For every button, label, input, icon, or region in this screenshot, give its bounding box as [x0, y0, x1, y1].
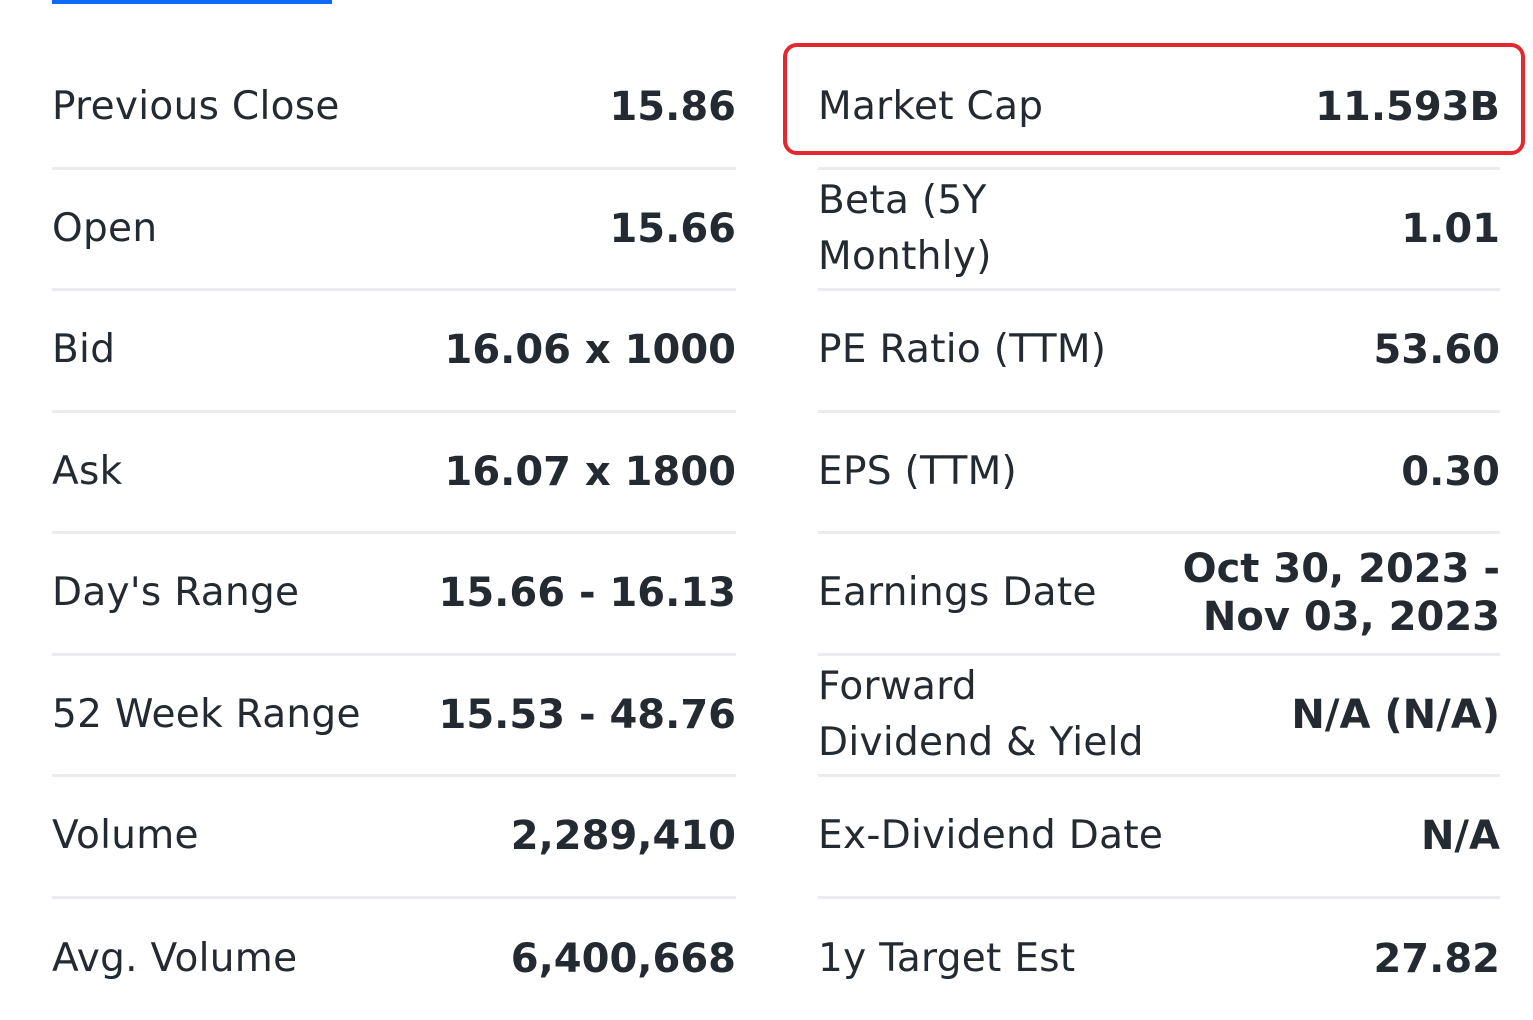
market-cap-value: 11.593B [1315, 83, 1500, 131]
previous-close-value: 15.86 [609, 83, 736, 131]
market-cap-label: Market Cap [818, 79, 1043, 135]
volume-label: Volume [52, 808, 199, 864]
row-ask: Ask 16.07 x 1800 [52, 413, 736, 535]
row-eps: EPS (TTM) 0.30 [818, 413, 1500, 535]
ex-dividend-date-label: Ex-Dividend Date [818, 808, 1163, 864]
row-open: Open 15.66 [52, 170, 736, 292]
bid-label: Bid [52, 322, 115, 378]
row-bid: Bid 16.06 x 1000 [52, 291, 736, 413]
row-previous-close: Previous Close 15.86 [52, 48, 736, 170]
avg-volume-label: Avg. Volume [52, 931, 297, 987]
bid-value: 16.06 x 1000 [444, 326, 736, 374]
earnings-date-label: Earnings Date [818, 565, 1097, 621]
row-market-cap: Market Cap 11.593B [818, 48, 1500, 170]
row-forward-dividend: Forward Dividend & Yield N/A (N/A) [818, 656, 1500, 778]
ask-value: 16.07 x 1800 [444, 448, 736, 496]
row-ex-dividend-date: Ex-Dividend Date N/A [818, 777, 1500, 899]
beta-label: Beta (5Y Monthly) [818, 173, 992, 285]
days-range-value: 15.66 - 16.13 [439, 569, 737, 617]
eps-label: EPS (TTM) [818, 444, 1017, 500]
row-target-est: 1y Target Est 27.82 [818, 899, 1500, 1020]
days-range-label: Day's Range [52, 565, 299, 621]
52-week-range-label: 52 Week Range [52, 687, 361, 743]
avg-volume-value: 6,400,668 [511, 935, 736, 983]
previous-close-label: Previous Close [52, 79, 340, 135]
pe-ratio-label: PE Ratio (TTM) [818, 322, 1106, 378]
forward-dividend-label: Forward Dividend & Yield [818, 659, 1144, 771]
eps-value: 0.30 [1401, 448, 1500, 496]
forward-dividend-value: N/A (N/A) [1291, 691, 1500, 739]
active-tab-indicator [52, 0, 332, 4]
earnings-date-value: Oct 30, 2023 - Nov 03, 2023 [1183, 545, 1500, 641]
target-est-value: 27.82 [1373, 935, 1500, 983]
row-days-range: Day's Range 15.66 - 16.13 [52, 534, 736, 656]
open-value: 15.66 [609, 205, 736, 253]
ask-label: Ask [52, 444, 122, 500]
row-beta: Beta (5Y Monthly) 1.01 [818, 170, 1500, 292]
52-week-range-value: 15.53 - 48.76 [439, 691, 737, 739]
row-volume: Volume 2,289,410 [52, 777, 736, 899]
summary-right-column: Market Cap 11.593B Beta (5Y Monthly) 1.0… [818, 48, 1500, 1020]
row-pe-ratio: PE Ratio (TTM) 53.60 [818, 291, 1500, 413]
target-est-label: 1y Target Est [818, 931, 1076, 987]
volume-value: 2,289,410 [511, 812, 736, 860]
open-label: Open [52, 201, 157, 257]
row-earnings-date: Earnings Date Oct 30, 2023 - Nov 03, 202… [818, 534, 1500, 656]
row-52-week-range: 52 Week Range 15.53 - 48.76 [52, 656, 736, 778]
ex-dividend-date-value: N/A [1421, 812, 1500, 860]
row-avg-volume: Avg. Volume 6,400,668 [52, 899, 736, 1020]
summary-left-column: Previous Close 15.86 Open 15.66 Bid 16.0… [52, 48, 736, 1020]
beta-value: 1.01 [1401, 205, 1500, 253]
pe-ratio-value: 53.60 [1373, 326, 1500, 374]
